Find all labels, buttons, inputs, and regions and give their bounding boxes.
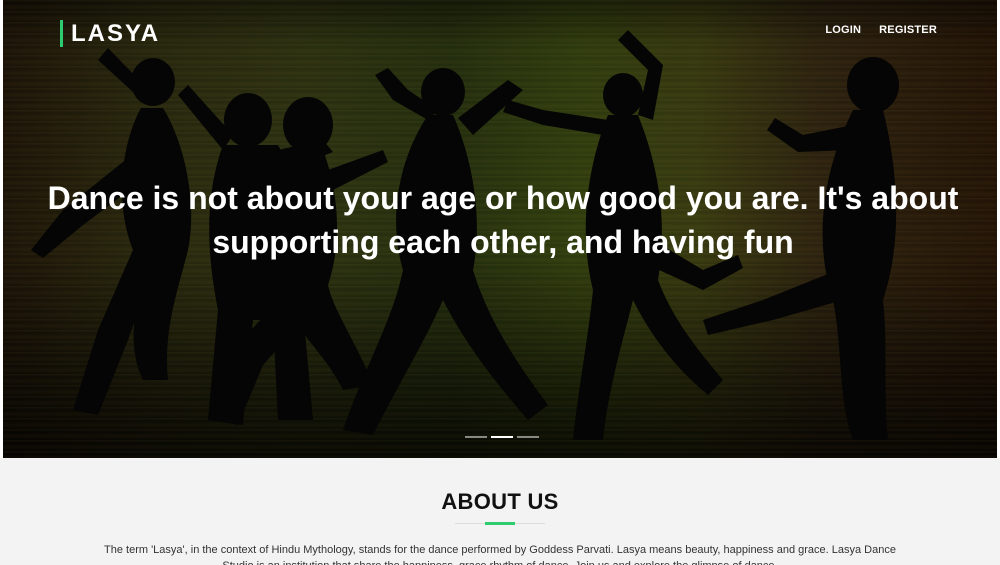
hero-quote: Dance is not about your age or how good … <box>47 180 959 260</box>
about-title: ABOUT US <box>441 489 559 514</box>
register-link[interactable]: REGISTER <box>879 24 937 36</box>
carousel-indicator-2[interactable] <box>491 436 513 438</box>
hero-carousel: LASYA LOGIN REGISTER Dance is not about … <box>3 0 997 458</box>
carousel-indicators <box>465 436 539 438</box>
carousel-indicator-1[interactable] <box>465 436 487 438</box>
login-link[interactable]: LOGIN <box>825 24 861 36</box>
top-nav: LOGIN REGISTER <box>825 24 937 36</box>
carousel-indicator-3[interactable] <box>517 436 539 438</box>
title-divider-accent <box>485 522 515 525</box>
about-section: ABOUT US The term 'Lasya', in the contex… <box>0 458 1000 565</box>
about-text: The term 'Lasya', in the context of Hind… <box>104 544 896 565</box>
brand-logo[interactable]: LASYA <box>60 20 160 47</box>
title-divider <box>455 522 545 525</box>
